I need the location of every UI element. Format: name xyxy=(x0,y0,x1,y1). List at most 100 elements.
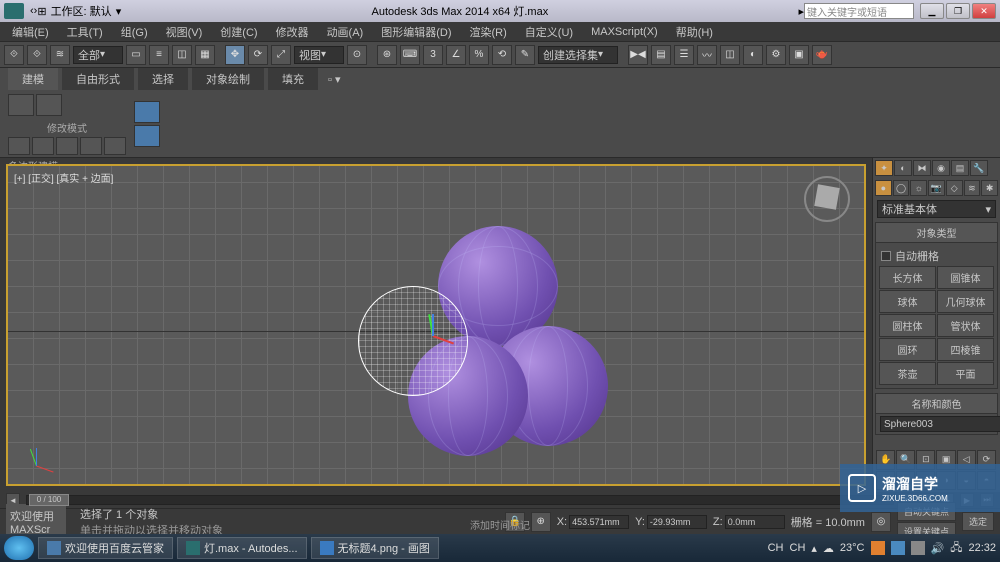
workspace-dropdown[interactable]: ⊞ 工作区: 默认 ▾ xyxy=(37,3,121,19)
utilities-tab-icon[interactable]: 🔧 xyxy=(970,160,988,176)
menu-animation[interactable]: 动画(A) xyxy=(319,22,372,42)
coord-z-input[interactable] xyxy=(725,515,785,529)
menu-customize[interactable]: 自定义(U) xyxy=(517,22,581,42)
tray-chevron-icon[interactable]: ▴ xyxy=(811,542,817,555)
percent-snap-icon[interactable]: % xyxy=(469,45,489,65)
tab-modeling[interactable]: 建模 xyxy=(8,68,58,90)
hierarchy-tab-icon[interactable]: ⧓ xyxy=(913,160,931,176)
temp-label[interactable]: 23°C xyxy=(840,542,865,554)
viewport-perspective[interactable]: [+] [正交] [真实 + 边面] xyxy=(6,164,866,486)
tab-objectpaint[interactable]: 对象绘制 xyxy=(192,68,264,90)
edit-named-sel-icon[interactable]: ✎ xyxy=(515,45,535,65)
pyramid-button[interactable]: 四棱锥 xyxy=(937,338,994,361)
snap-toggle-icon[interactable]: 3 xyxy=(423,45,443,65)
close-button[interactable]: ✕ xyxy=(972,3,996,19)
plane-button[interactable]: 平面 xyxy=(937,362,994,385)
angle-snap-icon[interactable]: ∠ xyxy=(446,45,466,65)
layers-icon[interactable]: ☰ xyxy=(674,45,694,65)
autogrid-checkbox[interactable]: 自动栅格 xyxy=(879,246,994,266)
sphere-button[interactable]: 球体 xyxy=(879,290,936,313)
move-gizmo[interactable] xyxy=(413,316,453,356)
subobj-poly-icon[interactable] xyxy=(80,137,102,155)
menu-view[interactable]: 视图(V) xyxy=(158,22,211,42)
torus-button[interactable]: 圆环 xyxy=(879,338,936,361)
render-icon[interactable]: 🫖 xyxy=(812,45,832,65)
render-frame-icon[interactable]: ▣ xyxy=(789,45,809,65)
subobj-border-icon[interactable] xyxy=(56,137,78,155)
manipulate-icon[interactable]: ⊛ xyxy=(377,45,397,65)
viewcube[interactable] xyxy=(804,176,850,222)
systems-cat-icon[interactable]: ✱ xyxy=(981,180,998,196)
selection-filter-dropdown[interactable]: 全部 ▾ xyxy=(73,46,123,64)
app-logo-icon[interactable] xyxy=(4,3,24,19)
link-icon[interactable]: ⟐ xyxy=(4,45,24,65)
selected-filter-button[interactable]: 选定 xyxy=(962,512,994,531)
menu-group[interactable]: 组(G) xyxy=(113,22,156,42)
object-name-input[interactable] xyxy=(880,416,1000,432)
box-button[interactable]: 长方体 xyxy=(879,266,936,289)
select-region-icon[interactable]: ◫ xyxy=(172,45,192,65)
weather-icon[interactable]: ☁ xyxy=(823,542,834,555)
select-rotate-icon[interactable]: ⟳ xyxy=(248,45,268,65)
cylinder-button[interactable]: 圆柱体 xyxy=(879,314,936,337)
subobj-element-icon[interactable] xyxy=(104,137,126,155)
task-item-2[interactable]: 无标题4.png - 画图 xyxy=(311,537,439,559)
isolate-icon[interactable]: ◎ xyxy=(871,512,891,532)
minimize-button[interactable]: ▁ xyxy=(920,3,944,19)
viewport-label[interactable]: [+] [正交] [真实 + 边面] xyxy=(14,170,113,185)
select-name-icon[interactable]: ≡ xyxy=(149,45,169,65)
keyboard-shortcut-icon[interactable]: ⌨ xyxy=(400,45,420,65)
help-search-input[interactable]: 键入关键字或短语 xyxy=(804,3,914,19)
geometry-cat-icon[interactable]: ● xyxy=(875,180,892,196)
network-icon[interactable]: 🖧 xyxy=(950,539,962,558)
task-item-1[interactable]: 灯.max - Autodes... xyxy=(177,537,307,559)
menu-tools[interactable]: 工具(T) xyxy=(59,22,111,42)
menu-grapheditors[interactable]: 图形编辑器(D) xyxy=(373,22,459,42)
ime-indicator[interactable]: CH xyxy=(790,542,806,554)
subobj-edge-icon[interactable] xyxy=(32,137,54,155)
category-dropdown[interactable]: 标准基本体 ▾ xyxy=(877,200,996,218)
tab-freeform[interactable]: 自由形式 xyxy=(62,68,134,90)
tray-icon[interactable] xyxy=(871,541,885,555)
schematic-view-icon[interactable]: ◫ xyxy=(720,45,740,65)
subobj-vertex-icon[interactable] xyxy=(8,137,30,155)
task-item-0[interactable]: 欢迎使用百度云管家 xyxy=(38,537,173,559)
ribbon-tool2-icon[interactable] xyxy=(134,125,160,147)
material-editor-icon[interactable]: ◐ xyxy=(743,45,763,65)
select-scale-icon[interactable]: ⤢ xyxy=(271,45,291,65)
align-icon[interactable]: ▤ xyxy=(651,45,671,65)
name-color-header[interactable]: 名称和颜色 xyxy=(876,394,997,414)
curve-editor-icon[interactable]: 〰 xyxy=(697,45,717,65)
start-button[interactable] xyxy=(4,536,34,560)
lang-indicator[interactable]: CH xyxy=(768,542,784,554)
clock[interactable]: 22:32 xyxy=(968,542,996,554)
volume-icon[interactable]: 🔊 xyxy=(931,542,945,555)
menu-rendering[interactable]: 渲染(R) xyxy=(462,22,515,42)
time-slider[interactable]: 0 / 100 xyxy=(26,495,894,505)
tab-populate[interactable]: 填充 xyxy=(268,68,318,90)
cameras-cat-icon[interactable]: 📷 xyxy=(928,180,945,196)
teapot-button[interactable]: 茶壶 xyxy=(879,362,936,385)
select-icon[interactable]: ▭ xyxy=(126,45,146,65)
named-sel-dropdown[interactable]: 创建选择集 ▾ xyxy=(538,46,618,64)
mirror-icon[interactable]: ▶◀ xyxy=(628,45,648,65)
menu-modifiers[interactable]: 修改器 xyxy=(268,22,317,42)
add-time-tag[interactable]: 添加时间标记 xyxy=(300,517,700,532)
menu-edit[interactable]: 编辑(E) xyxy=(4,22,57,42)
poly-preview-icon[interactable] xyxy=(8,94,34,116)
render-setup-icon[interactable]: ⚙ xyxy=(766,45,786,65)
tray-icon[interactable] xyxy=(891,541,905,555)
bind-spacewarp-icon[interactable]: ≋ xyxy=(50,45,70,65)
tray-icon[interactable] xyxy=(911,541,925,555)
menu-maxscript[interactable]: MAXScript(X) xyxy=(583,24,666,40)
create-tab-icon[interactable]: ✦ xyxy=(875,160,893,176)
menu-help[interactable]: 帮助(H) xyxy=(668,22,721,42)
unlink-icon[interactable]: ⟐ xyxy=(27,45,47,65)
ref-coord-dropdown[interactable]: 视图 ▾ xyxy=(294,46,344,64)
ribbon-expand-icon[interactable]: ▫ ▾ xyxy=(328,73,340,86)
shapes-cat-icon[interactable]: ◯ xyxy=(893,180,910,196)
spacewarps-cat-icon[interactable]: ≋ xyxy=(964,180,981,196)
cone-button[interactable]: 圆锥体 xyxy=(937,266,994,289)
time-slider-handle[interactable]: 0 / 100 xyxy=(29,494,69,506)
restore-button[interactable]: ❐ xyxy=(946,3,970,19)
